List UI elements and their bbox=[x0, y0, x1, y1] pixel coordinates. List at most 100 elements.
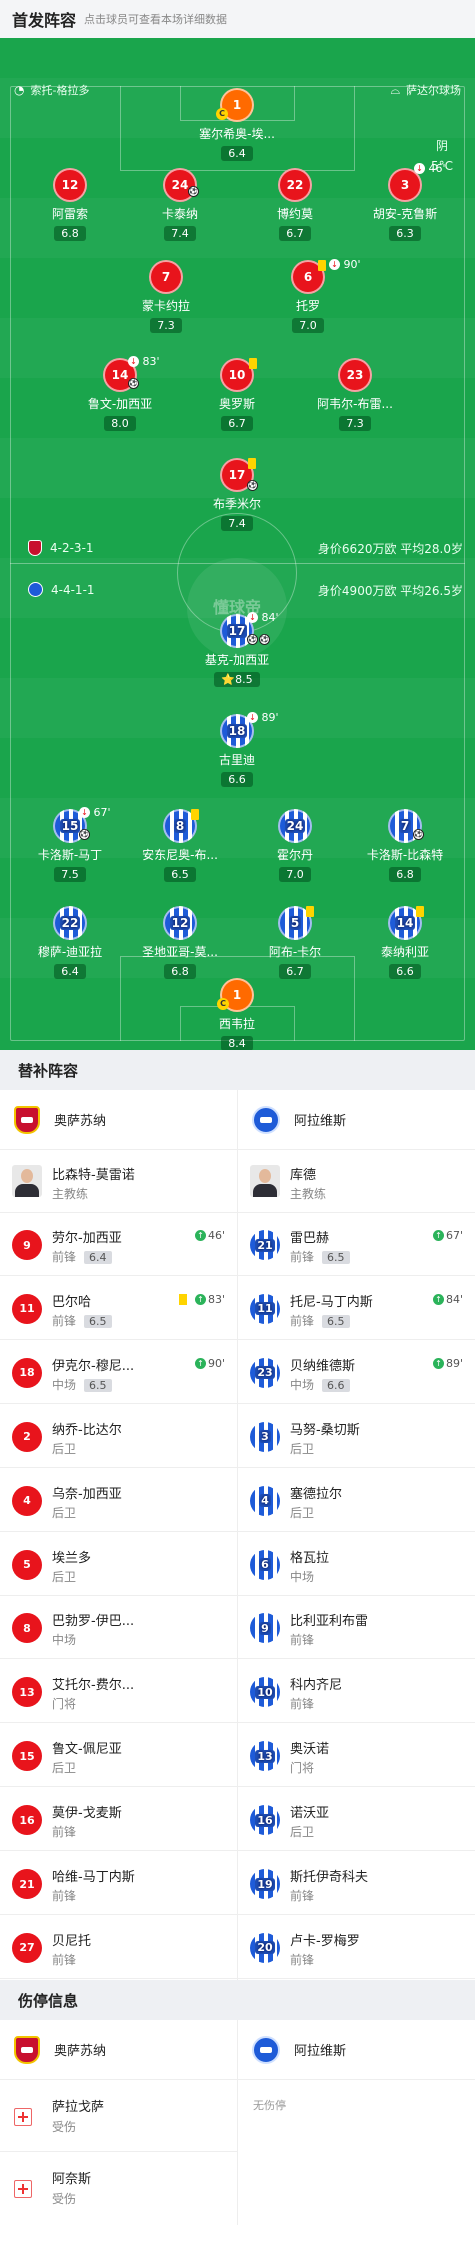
sub-player-row[interactable]: 9 劳尔-加西亚 前锋 6.4 ↑ 46' bbox=[0, 1213, 237, 1276]
home-player-rb[interactable]: 12 阿雷索 6.8 bbox=[20, 168, 120, 241]
osasuna-crest-icon bbox=[28, 540, 42, 556]
player-number-badge: 11 bbox=[250, 1293, 280, 1324]
away-player-rm[interactable]: 7 卡洛斯-比森特 6.8 bbox=[355, 809, 455, 882]
away-player-gk[interactable]: 1 西韦拉 8.4 bbox=[187, 978, 287, 1050]
home-player-st[interactable]: 17 布季米尔 7.4 bbox=[187, 458, 287, 531]
player-rating: ⭐8.5 bbox=[214, 672, 260, 687]
sub-player-row[interactable]: 13 艾托尔-费尔... 门将 bbox=[0, 1660, 237, 1724]
sub-out-icon: ↓ bbox=[79, 807, 90, 818]
sub-player-row[interactable]: 15 鲁文-佩尼亚 后卫 bbox=[0, 1724, 237, 1788]
injuries-away-team[interactable]: 阿拉维斯 bbox=[238, 2020, 475, 2080]
away-coach[interactable]: 库德 主教练 bbox=[238, 1150, 475, 1213]
subs-home-team[interactable]: 奥萨苏纳 bbox=[0, 1090, 237, 1150]
player-name: 塞德拉尔 bbox=[290, 1486, 343, 1502]
home-player-am[interactable]: 10 奥罗斯 6.7 bbox=[187, 358, 287, 431]
player-position: 后卫 bbox=[290, 1825, 315, 1840]
sub-player-row[interactable]: 27 贝尼托 前锋 bbox=[0, 1916, 237, 1979]
home-player-cb2[interactable]: 22 博约莫 6.7 bbox=[245, 168, 345, 241]
sub-player-row[interactable]: 3 马努-桑切斯 后卫 bbox=[238, 1405, 475, 1468]
sub-in-icon: ↑ bbox=[432, 1230, 444, 1241]
sub-player-row[interactable]: 16 诺沃亚 后卫 bbox=[238, 1788, 475, 1852]
sub-out-icon: ↓ bbox=[414, 163, 425, 174]
player-rating: 7.0 bbox=[279, 867, 311, 882]
player-number-badge: 23 bbox=[338, 358, 372, 392]
sub-player-row[interactable]: 21 哈维-马丁内斯 前锋 bbox=[0, 1852, 237, 1915]
yellow-card-icon bbox=[416, 906, 424, 917]
sub-player-row[interactable]: 5 埃兰多 后卫 bbox=[0, 1533, 237, 1596]
home-player-rw[interactable]: 14 鲁文-加西亚 8.0 bbox=[70, 358, 170, 431]
sub-player-row[interactable]: 11 巴尔哈 前锋 6.5 ↑ 83' bbox=[0, 1277, 237, 1340]
sub-player-row[interactable]: 4 乌奈-加西亚 后卫 bbox=[0, 1469, 237, 1532]
medical-cross-icon bbox=[14, 2108, 32, 2126]
player-rating: 7.3 bbox=[339, 416, 371, 431]
sub-player-row[interactable]: 20 卢卡-罗梅罗 前锋 bbox=[238, 1916, 475, 1979]
away-player-cm2[interactable]: 24 霍尔丹 7.0 bbox=[245, 809, 345, 882]
sub-out-event: ↓ 84' bbox=[247, 611, 279, 624]
subs-away-team[interactable]: 阿拉维斯 bbox=[238, 1090, 475, 1150]
injuries-home-team[interactable]: 奥萨苏纳 bbox=[0, 2020, 237, 2080]
player-name: 托尼-马丁内斯 bbox=[290, 1294, 373, 1310]
player-position: 前锋 bbox=[290, 1633, 315, 1648]
goal-icon: ⚽ bbox=[247, 634, 258, 645]
player-rating: 6.5 bbox=[84, 1378, 112, 1392]
player-position: 中场 bbox=[290, 1569, 315, 1584]
sub-player-row[interactable]: 19 斯托伊奇科夫 前锋 bbox=[238, 1852, 475, 1915]
player-position: 后卫 bbox=[290, 1505, 315, 1520]
player-number-badge: 4 bbox=[250, 1485, 280, 1516]
sub-player-row[interactable]: 2 纳乔-比达尔 后卫 bbox=[0, 1405, 237, 1468]
player-position: 前锋 6.5 bbox=[52, 1312, 112, 1329]
lineup-subtitle: 点击球员可查看本场详细数据 bbox=[84, 13, 228, 26]
player-name: 圣地亚哥-莫... bbox=[142, 945, 218, 959]
injury-item[interactable]: 萨拉戈萨 受伤 bbox=[0, 2080, 237, 2152]
player-number-badge: 11 bbox=[12, 1293, 42, 1324]
away-player-lb[interactable]: 22 穆萨-迪亚拉 6.4 bbox=[20, 906, 120, 979]
home-player-lb[interactable]: 3 胡安-克鲁斯 6.3 bbox=[355, 168, 455, 241]
home-player-dm1[interactable]: 7 蒙卡约拉 7.3 bbox=[116, 260, 216, 333]
sub-player-row[interactable]: 11 托尼-马丁内斯 前锋 6.5 ↑ 84' bbox=[238, 1277, 475, 1340]
player-name: 阿雷索 bbox=[51, 207, 88, 221]
away-player-cb1[interactable]: 12 圣地亚哥-莫... 6.8 bbox=[130, 906, 230, 979]
away-player-rb[interactable]: 14 泰纳利亚 6.6 bbox=[355, 906, 455, 979]
player-name: 蒙卡约拉 bbox=[141, 299, 190, 313]
assist-icon: ⚽ bbox=[413, 829, 424, 840]
injury-status: 受伤 bbox=[52, 2192, 77, 2206]
referee-name: 索托-格拉多 bbox=[30, 84, 90, 97]
player-rating: 6.5 bbox=[84, 1314, 112, 1328]
player-rating: 7.3 bbox=[150, 318, 182, 333]
sub-player-row[interactable]: 18 伊克尔-穆尼... 中场 6.5 ↑ 90' bbox=[0, 1341, 237, 1404]
away-player-am[interactable]: 17 基克-加西亚 ⭐8.5 bbox=[187, 614, 287, 687]
away-player-lm[interactable]: 15 卡洛斯-马丁 7.5 bbox=[20, 809, 120, 882]
player-name: 贝尼托 bbox=[52, 1933, 92, 1949]
player-name: 托罗 bbox=[295, 299, 320, 313]
player-name: 穆萨-迪亚拉 bbox=[37, 945, 103, 959]
player-number-badge: 23 bbox=[250, 1357, 280, 1388]
sub-in-icon: ↑ bbox=[432, 1293, 444, 1305]
player-name: 艾托尔-费尔... bbox=[52, 1678, 135, 1694]
sub-player-row[interactable]: 10 科内齐尼 前锋 bbox=[238, 1660, 475, 1724]
sub-player-row[interactable]: 16 莫伊-戈麦斯 前锋 bbox=[0, 1788, 237, 1852]
sub-player-row[interactable]: 9 比利亚利布雷 前锋 bbox=[238, 1596, 475, 1660]
injury-status: 受伤 bbox=[52, 2120, 77, 2134]
player-name: 诺沃亚 bbox=[290, 1806, 330, 1822]
injured-player-name: 阿奈斯 bbox=[52, 2172, 92, 2187]
player-name: 阿布-卡尔 bbox=[268, 945, 322, 959]
injury-item[interactable]: 阿奈斯 受伤 bbox=[0, 2152, 237, 2224]
home-player-lw[interactable]: 23 阿韦尔-布雷... 7.3 bbox=[305, 358, 405, 431]
sub-player-row[interactable]: 13 奥沃诺 门将 bbox=[238, 1724, 475, 1788]
away-player-cb2[interactable]: 5 阿布-卡尔 6.7 bbox=[245, 906, 345, 979]
sub-player-row[interactable]: 6 格瓦拉 中场 bbox=[238, 1533, 475, 1596]
player-name: 劳尔-加西亚 bbox=[52, 1231, 122, 1246]
sub-player-row[interactable]: 4 塞德拉尔后卫 bbox=[238, 1469, 475, 1532]
home-player-gk[interactable]: 1 塞尔希奥-埃... 6.4 bbox=[187, 88, 287, 161]
lineup-header: 首发阵容 点击球员可查看本场详细数据 bbox=[0, 0, 475, 38]
home-coach[interactable]: 比森特-莫雷诺 主教练 bbox=[0, 1150, 237, 1213]
sub-player-row[interactable]: 8 巴勃罗-伊巴... 中场 bbox=[0, 1596, 237, 1660]
away-player-st[interactable]: 18 古里迪 6.6 bbox=[187, 714, 287, 787]
home-player-cb1[interactable]: 24 卡泰纳 7.4 bbox=[130, 168, 230, 241]
sub-player-row[interactable]: 23 贝纳维德斯 中场 6.6 ↑ 89' bbox=[238, 1341, 475, 1404]
away-player-cm1[interactable]: 8 安东尼奥-布... 6.5 bbox=[130, 809, 230, 882]
sub-player-row[interactable]: 21 雷巴赫 前锋 6.5 ↑ 67' bbox=[238, 1213, 475, 1276]
player-number-badge: 9 bbox=[250, 1613, 280, 1644]
sub-in-event: ↑ 67' bbox=[432, 1229, 463, 1242]
player-name: 马努-桑切斯 bbox=[290, 1422, 360, 1438]
